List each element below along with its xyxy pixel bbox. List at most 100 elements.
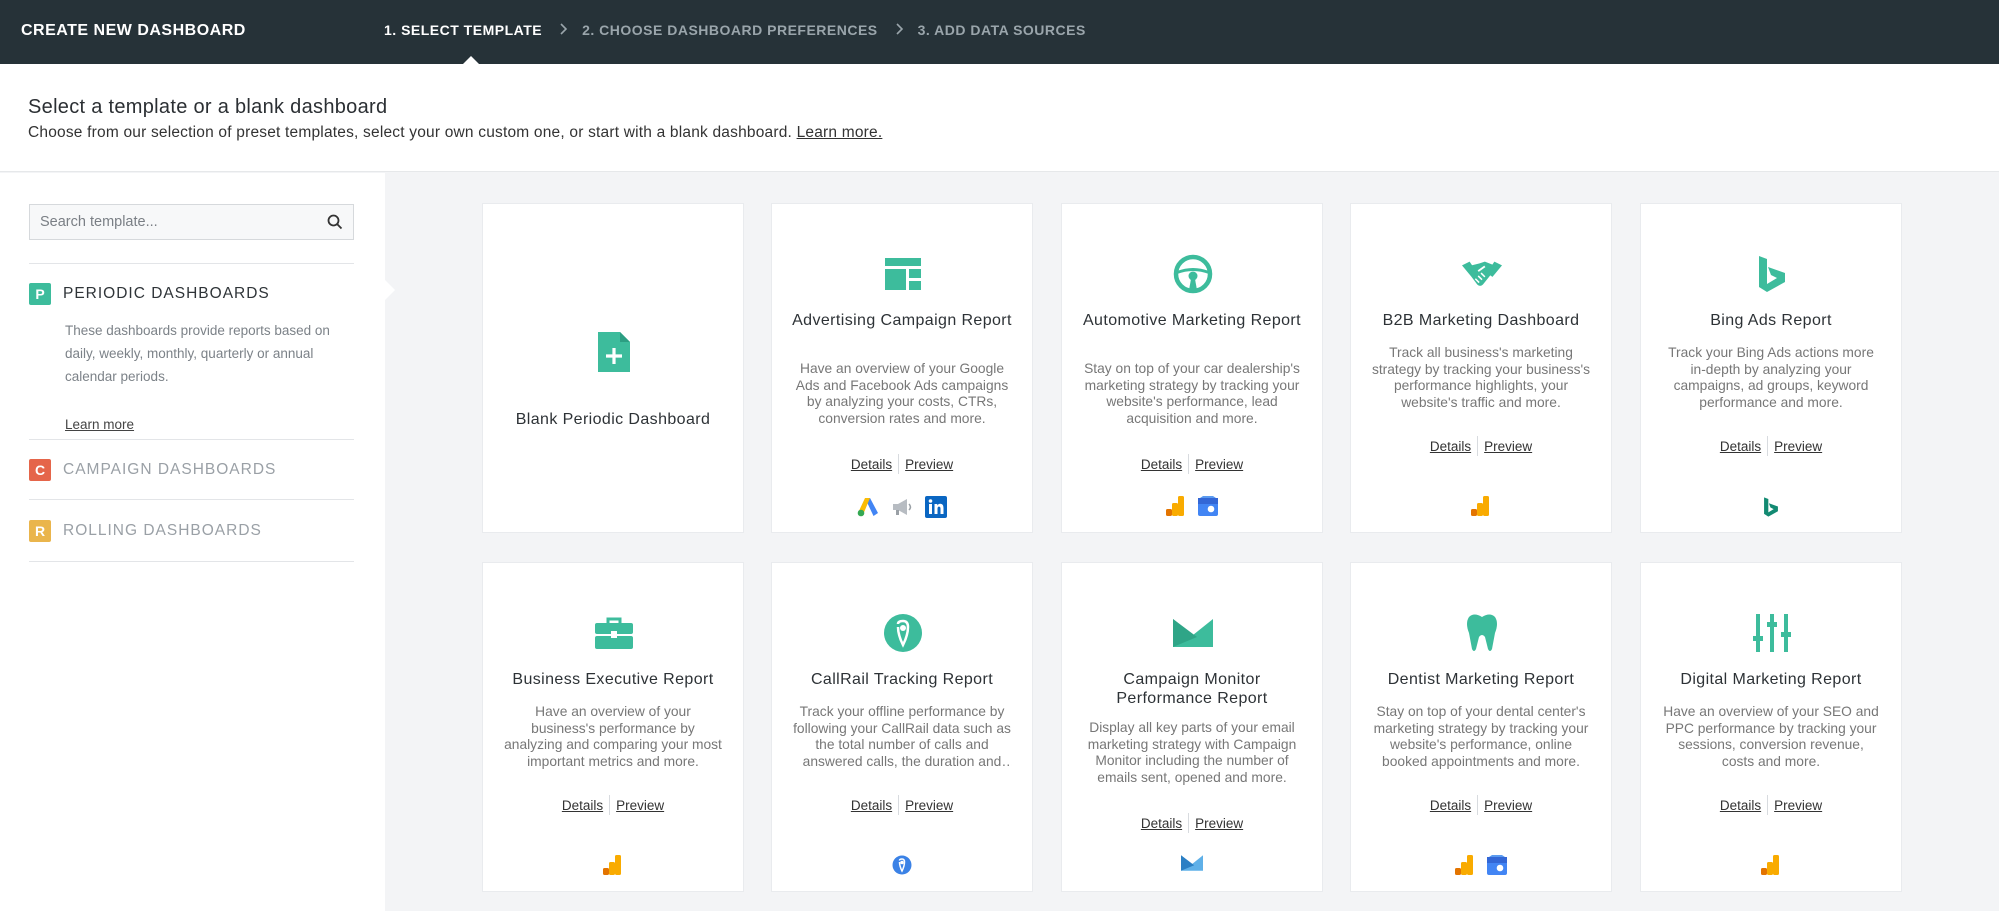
category-rolling-header[interactable]: R ROLLING DASHBOARDS [29,520,262,542]
megaphone-icon [893,499,912,515]
details-link[interactable]: Details [845,457,898,472]
envelope-icon [1173,613,1213,653]
template-card-digital-marketing[interactable]: Digital Marketing Report Have an overvie… [1640,562,1902,892]
card-links: Details Preview [772,454,1032,474]
callrail-icon [883,613,923,653]
preview-link[interactable]: Preview [1189,457,1249,472]
card-title: CallRail Tracking Report [810,671,994,688]
category-campaign-header[interactable]: C CAMPAIGN DASHBOARDS [29,459,276,481]
card-description: Stay on top of your car dealership's mar… [1084,361,1300,426]
category-learn-more-link[interactable]: Learn more [65,417,134,432]
template-card-campaign-monitor[interactable]: Campaign Monitor Performance Report Disp… [1061,562,1323,892]
preview-link[interactable]: Preview [1478,439,1538,454]
sidebar-active-notch [385,280,395,300]
card-data-sources [772,496,1032,518]
divider [29,439,354,440]
card-description: Track your offline performance by follow… [793,704,1011,769]
category-campaign: C CAMPAIGN DASHBOARDS [29,459,354,483]
google-my-business-icon [1487,855,1507,875]
search-icon[interactable] [327,214,343,230]
details-link[interactable]: Details [1135,816,1188,831]
card-data-sources [1062,496,1322,516]
card-data-sources [1351,855,1611,875]
template-card-callrail-tracking[interactable]: CallRail Tracking Report Track your offl… [771,562,1033,892]
divider [29,499,354,500]
card-links: Details Preview [483,795,743,815]
category-description: These dashboards provide reports based o… [65,323,330,384]
card-description: Display all key parts of your email mark… [1087,720,1297,785]
card-data-sources [483,855,743,875]
handshake-icon [1462,254,1502,294]
preview-link[interactable]: Preview [1768,439,1828,454]
sidebar: P PERIODIC DASHBOARDS These dashboards p… [0,173,385,911]
details-link[interactable]: Details [845,798,898,813]
google-ads-icon [857,498,878,517]
google-analytics-icon [1761,855,1779,875]
steering-wheel-icon [1173,254,1213,294]
step-add-data-sources[interactable]: 3. ADD DATA SOURCES [918,22,1086,38]
category-label: CAMPAIGN DASHBOARDS [63,461,277,478]
preview-link[interactable]: Preview [610,798,670,813]
category-badge: P [29,283,51,305]
preview-link[interactable]: Preview [1189,816,1249,831]
category-label: ROLLING DASHBOARDS [63,522,262,539]
card-links: Details Preview [1062,813,1322,833]
category-periodic-header[interactable]: P PERIODIC DASHBOARDS [29,283,270,305]
card-links: Details Preview [1062,454,1322,474]
page-title: Select a template or a blank dashboard [28,96,388,118]
template-card-automotive-marketing[interactable]: Automotive Marketing Report Stay on top … [1061,203,1323,533]
linkedin-icon [925,496,947,518]
search-input[interactable] [30,205,310,239]
google-my-business-icon [1198,496,1218,516]
wizard-topbar: CREATE NEW DASHBOARD 1. SELECT TEMPLATE … [0,0,1999,65]
bing-icon [1752,254,1792,294]
card-data-sources [1351,496,1611,516]
card-title: B2B Marketing Dashboard [1382,312,1580,329]
divider [29,561,354,562]
card-title: Digital Marketing Report [1680,671,1862,688]
google-analytics-icon [1455,855,1473,875]
learn-more-link[interactable]: Learn more. [797,124,883,141]
card-data-sources [1641,855,1901,875]
details-link[interactable]: Details [1714,439,1767,454]
preview-link[interactable]: Preview [1478,798,1538,813]
template-search [29,204,354,240]
category-label: PERIODIC DASHBOARDS [63,285,270,302]
details-link[interactable]: Details [1714,798,1767,813]
card-data-sources [1641,496,1901,518]
template-card-business-executive[interactable]: Business Executive Report Have an overvi… [482,562,744,892]
card-title: Business Executive Report [512,671,714,688]
card-description: Track your Bing Ads actions more in-dept… [1668,345,1874,410]
preview-link[interactable]: Preview [899,798,959,813]
step-choose-preferences[interactable]: 2. CHOOSE DASHBOARD PREFERENCES [582,22,878,38]
step-select-template[interactable]: 1. SELECT TEMPLATE [384,22,542,38]
card-title: Automotive Marketing Report [1082,312,1301,329]
google-analytics-icon [603,855,621,875]
preview-link[interactable]: Preview [1768,798,1828,813]
card-title: Blank Periodic Dashboard [515,411,711,428]
template-card-b2b-marketing[interactable]: B2B Marketing Dashboard Track all busine… [1350,203,1612,533]
card-description: Have an overview of your SEO and PPC per… [1663,704,1879,769]
layout-icon [883,254,923,294]
google-analytics-icon [1471,496,1489,516]
card-description: Stay on top of your dental center's mark… [1373,704,1589,769]
template-card-dentist-marketing[interactable]: Dentist Marketing Report Stay on top of … [1350,562,1612,892]
details-link[interactable]: Details [1424,798,1477,813]
card-links: Details Preview [1351,795,1611,815]
preview-link[interactable]: Preview [899,457,959,472]
card-description: Have an overview of your business's perf… [504,704,722,769]
details-link[interactable]: Details [1424,439,1477,454]
tooth-icon [1462,613,1502,653]
template-card-blank-periodic[interactable]: Blank Periodic Dashboard [482,203,744,533]
callrail-icon [892,855,912,875]
category-periodic: P PERIODIC DASHBOARDS These dashboards p… [29,283,354,453]
chevron-right-icon [896,22,904,38]
divider [29,263,354,264]
sliders-icon [1752,613,1792,653]
template-card-bing-ads[interactable]: Bing Ads Report Track your Bing Ads acti… [1640,203,1902,533]
details-link[interactable]: Details [556,798,609,813]
details-link[interactable]: Details [1135,457,1188,472]
category-badge: C [29,459,51,481]
template-card-advertising-campaign[interactable]: Advertising Campaign Report Have an over… [771,203,1033,533]
card-description: Track all business's marketing strategy … [1371,345,1591,410]
